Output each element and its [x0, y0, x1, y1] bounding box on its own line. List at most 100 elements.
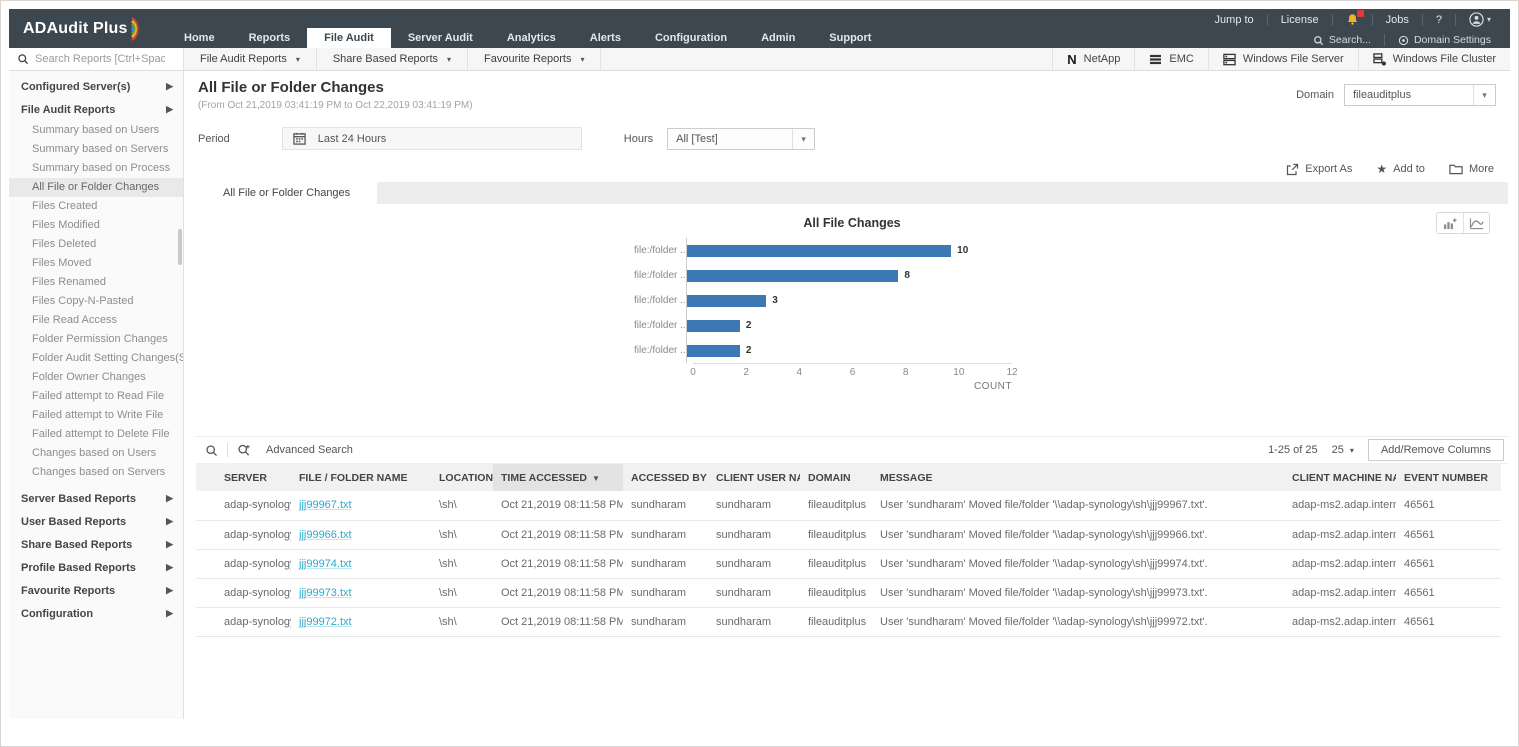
help-link[interactable]: ?: [1427, 14, 1451, 26]
nav-home[interactable]: Home: [167, 28, 232, 48]
domain-select[interactable]: fileauditplus ▾: [1344, 84, 1496, 106]
col-event-number[interactable]: EVENT NUMBER: [1396, 464, 1501, 491]
bar-track: 2: [686, 313, 1004, 338]
cell-file-link[interactable]: jjj99972.txt: [291, 607, 431, 636]
col-domain[interactable]: DOMAIN: [800, 464, 872, 491]
bar[interactable]: [687, 245, 951, 257]
bar[interactable]: [687, 345, 740, 357]
domain-settings-label: Domain Settings: [1414, 34, 1491, 46]
sidebar-item-summary-based-on-servers[interactable]: Summary based on Servers: [9, 140, 183, 159]
sidebar-item-all-file-or-folder-changes[interactable]: All File or Folder Changes: [9, 178, 183, 197]
sidebar-item-failed-attempt-to-write-file[interactable]: Failed attempt to Write File: [9, 406, 183, 425]
sidebar-section-server-based-reports[interactable]: Server Based Reports ▶: [9, 487, 183, 510]
x-tick: 10: [953, 367, 964, 378]
sidebar-section-configured-servers[interactable]: Configured Server(s) ▶: [9, 75, 183, 98]
bar[interactable]: [687, 295, 766, 307]
bar[interactable]: [687, 270, 898, 282]
cell-file-link[interactable]: jjj99966.txt: [291, 520, 431, 549]
nav-server-audit[interactable]: Server Audit: [391, 28, 490, 48]
sidebar-section-profile-based-reports[interactable]: Profile Based Reports ▶: [9, 556, 183, 579]
sidebar-item-folder-permission-changes[interactable]: Folder Permission Changes: [9, 330, 183, 349]
windows-file-server-button[interactable]: Windows File Server: [1208, 48, 1358, 70]
share-based-reports-menu[interactable]: Share Based Reports ▾: [317, 48, 468, 70]
col-client-user-name[interactable]: CLIENT USER NAME: [708, 464, 800, 491]
windows-file-cluster-button[interactable]: Windows File Cluster: [1358, 48, 1510, 70]
advanced-search-label[interactable]: Advanced Search: [266, 444, 353, 456]
sidebar-item-failed-attempt-to-read-file[interactable]: Failed attempt to Read File: [9, 387, 183, 406]
sidebar-section-configuration[interactable]: Configuration ▶: [9, 602, 183, 625]
col-message[interactable]: MESSAGE: [872, 464, 1284, 491]
sidebar-item-files-moved[interactable]: Files Moved: [9, 254, 183, 273]
global-search-button[interactable]: Search...: [1304, 34, 1380, 46]
col-accessed-by[interactable]: ACCESSED BY: [623, 464, 708, 491]
sidebar-item-summary-based-on-process[interactable]: Summary based on Process: [9, 159, 183, 178]
user-account-icon[interactable]: ▾: [1460, 12, 1500, 27]
col-file-folder-name[interactable]: FILE / FOLDER NAME: [291, 464, 431, 491]
emc-button[interactable]: EMC: [1134, 48, 1207, 70]
sidebar-item-file-read-access[interactable]: File Read Access: [9, 311, 183, 330]
cell-domain: fileauditplus: [800, 520, 872, 549]
file-server-icon: [1223, 53, 1236, 66]
sidebar-scrollbar[interactable]: [178, 229, 182, 265]
nav-alerts[interactable]: Alerts: [573, 28, 638, 48]
more-button[interactable]: More: [1449, 163, 1494, 175]
nav-file-audit[interactable]: File Audit: [307, 28, 391, 48]
col-server[interactable]: SERVER: [196, 464, 291, 491]
col-client-machine-name[interactable]: CLIENT MACHINE NAME: [1284, 464, 1396, 491]
sidebar-item-folder-audit-setting-changes[interactable]: Folder Audit Setting Changes(SACL): [9, 349, 183, 368]
cell-file-link[interactable]: jjj99974.txt: [291, 549, 431, 578]
notifications-bell-icon[interactable]: [1337, 13, 1368, 26]
jobs-link[interactable]: Jobs: [1377, 14, 1418, 26]
sidebar-section-favourite-reports[interactable]: Favourite Reports ▶: [9, 579, 183, 602]
table-search-icon[interactable]: [196, 444, 227, 457]
nav-configuration[interactable]: Configuration: [638, 28, 744, 48]
col-location[interactable]: LOCATION: [431, 464, 493, 491]
sidebar-item-summary-based-on-users[interactable]: Summary based on Users: [9, 121, 183, 140]
favourite-reports-label: Favourite Reports: [21, 585, 115, 597]
sidebar-item-files-created[interactable]: Files Created: [9, 197, 183, 216]
sidebar-item-changes-based-on-users[interactable]: Changes based on Users: [9, 444, 183, 463]
search-reports-input[interactable]: [35, 53, 165, 65]
license-link[interactable]: License: [1272, 14, 1328, 26]
nav-analytics[interactable]: Analytics: [490, 28, 573, 48]
export-as-button[interactable]: Export As: [1286, 163, 1352, 176]
sidebar-item-changes-based-on-servers[interactable]: Changes based on Servers: [9, 463, 183, 482]
favourite-reports-menu[interactable]: Favourite Reports ▾: [468, 48, 601, 70]
sidebar-item-files-modified[interactable]: Files Modified: [9, 216, 183, 235]
sidebar-section-user-based-reports[interactable]: User Based Reports ▶: [9, 510, 183, 533]
cell-location: \sh\: [431, 549, 493, 578]
cell-client-machine: adap-ms2.adap.internal: [1284, 491, 1396, 520]
cell-file-link[interactable]: jjj99973.txt: [291, 578, 431, 607]
sidebar-item-files-renamed[interactable]: Files Renamed: [9, 273, 183, 292]
chart-type-line-button[interactable]: [1463, 213, 1489, 233]
file-audit-reports-menu[interactable]: File Audit Reports ▾: [184, 48, 317, 70]
nav-support[interactable]: Support: [812, 28, 888, 48]
jump-to-link[interactable]: Jump to: [1206, 14, 1263, 26]
hours-select[interactable]: All [Test] ▾: [667, 128, 815, 150]
page-size-select[interactable]: 25 ▾: [1332, 444, 1354, 456]
add-remove-columns-button[interactable]: Add/Remove Columns: [1368, 439, 1504, 461]
report-actions: Export As ★ Add to More: [184, 162, 1494, 176]
advanced-search-icon[interactable]: [228, 443, 260, 457]
cell-client-machine: adap-ms2.adap.internal: [1284, 549, 1396, 578]
chart-type-bar-button[interactable]: [1437, 213, 1463, 233]
sidebar-item-folder-owner-changes[interactable]: Folder Owner Changes: [9, 368, 183, 387]
domain-settings-button[interactable]: Domain Settings: [1389, 34, 1500, 46]
tab-all-file-or-folder-changes[interactable]: All File or Folder Changes: [196, 182, 377, 204]
sidebar-section-file-audit-reports[interactable]: File Audit Reports ▶: [9, 98, 183, 121]
netapp-button[interactable]: N NetApp: [1052, 48, 1134, 70]
period-field[interactable]: Last 24 Hours: [282, 127, 582, 150]
report-search-box[interactable]: [9, 48, 184, 70]
nav-admin[interactable]: Admin: [744, 28, 812, 48]
bar[interactable]: [687, 320, 740, 332]
add-to-button[interactable]: ★ Add to: [1376, 162, 1425, 176]
sidebar-item-failed-attempt-to-delete-file[interactable]: Failed attempt to Delete File: [9, 425, 183, 444]
domain-label: Domain: [1296, 89, 1334, 101]
cell-file-link[interactable]: jjj99967.txt: [291, 491, 431, 520]
chevron-down-icon: ▾: [1350, 446, 1354, 455]
sidebar-item-files-copy-n-pasted[interactable]: Files Copy-N-Pasted: [9, 292, 183, 311]
sidebar-section-share-based-reports[interactable]: Share Based Reports ▶: [9, 533, 183, 556]
col-time-accessed[interactable]: TIME ACCESSED▼: [493, 464, 623, 491]
nav-reports[interactable]: Reports: [232, 28, 308, 48]
sidebar-item-files-deleted[interactable]: Files Deleted: [9, 235, 183, 254]
